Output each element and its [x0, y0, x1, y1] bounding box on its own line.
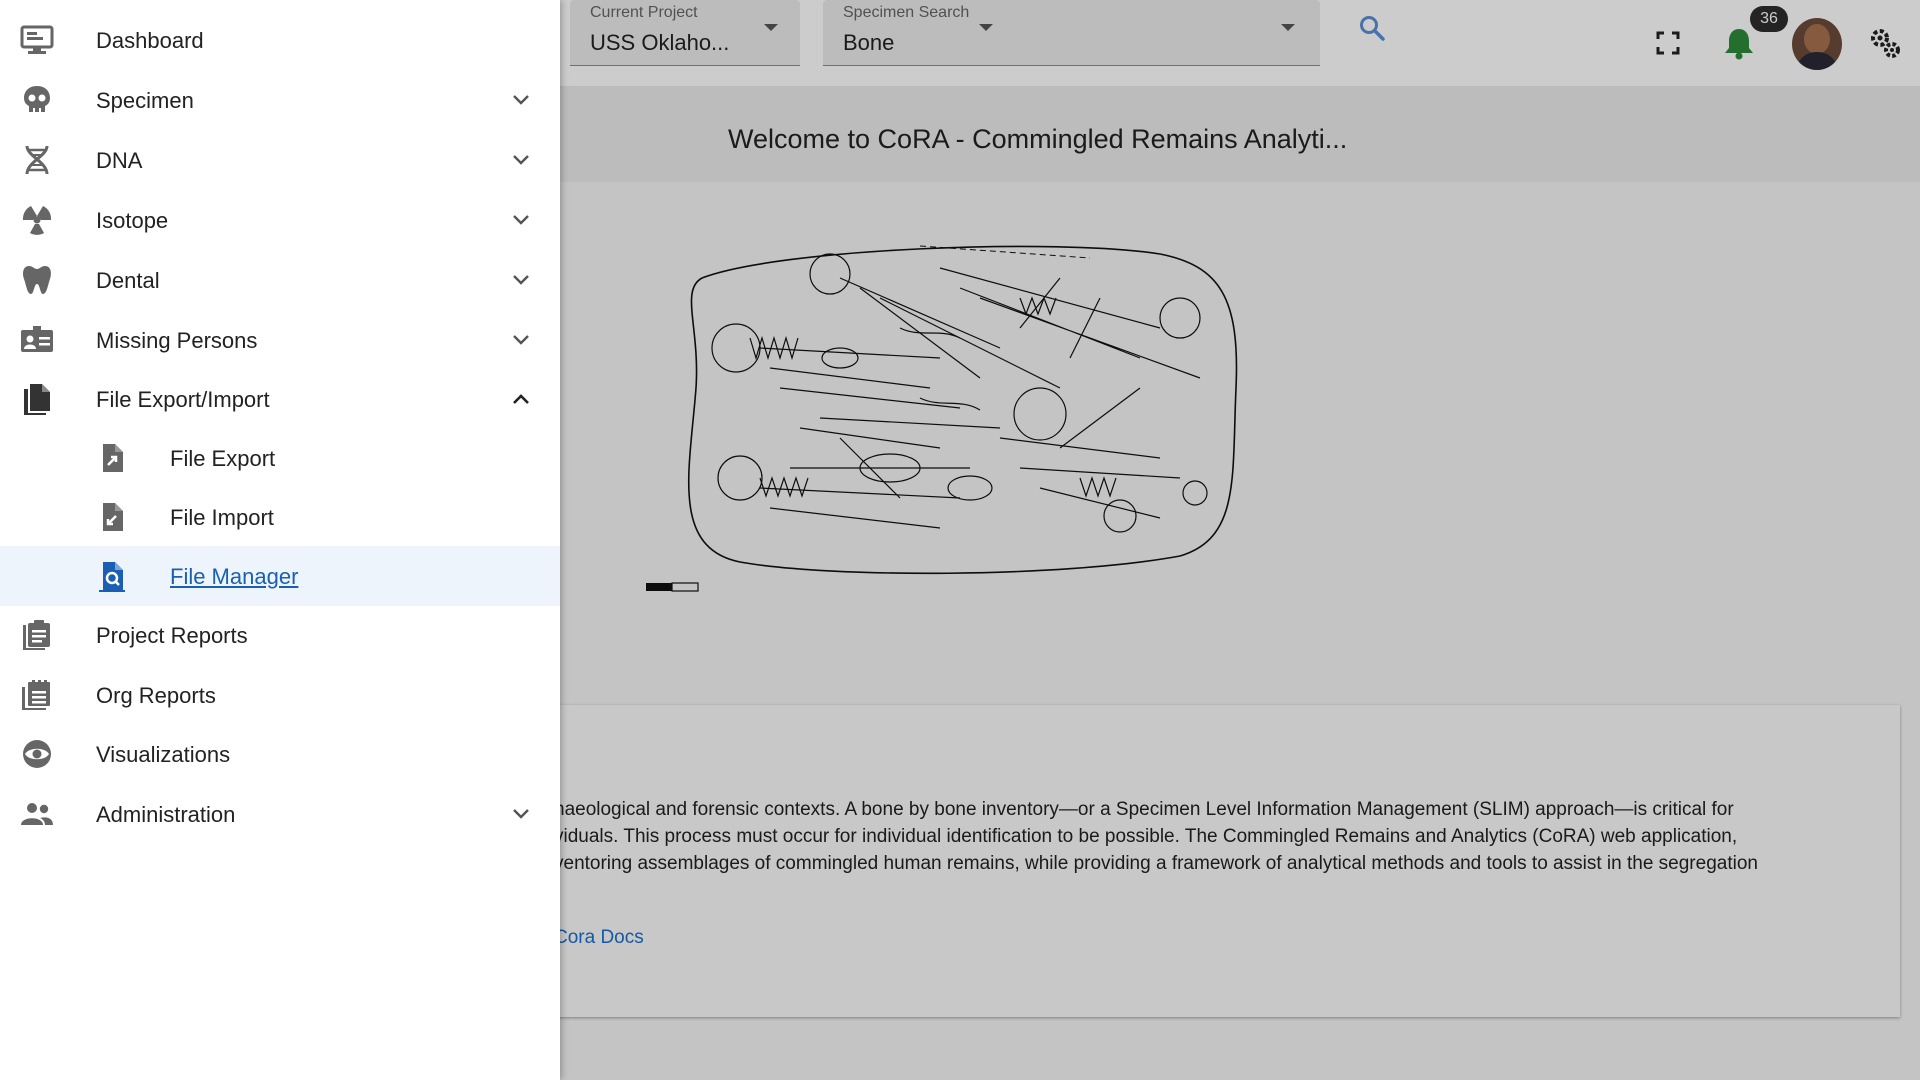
sidebar-item-label: Project Reports [96, 623, 248, 648]
sidebar-item-label: File Manager [170, 564, 299, 589]
sidebar-item-org-reports[interactable]: Org Reports [0, 665, 560, 725]
sidebar-item-isotope[interactable]: Isotope [0, 190, 560, 250]
sidebar-item-label: Dental [96, 268, 160, 293]
file-icon [24, 384, 50, 415]
reports-stack-icon [22, 680, 50, 710]
sidebar-item-project-reports[interactable]: Project Reports [0, 605, 560, 665]
sidebar-item-file-manager[interactable]: File Manager [0, 546, 560, 606]
sidebar-item-missing-persons[interactable]: Missing Persons [0, 310, 560, 370]
navigation-drawer: Dashboard Specimen DNA Isotope Dental Mi… [0, 0, 560, 1080]
radiation-icon [22, 206, 52, 235]
sidebar-item-administration[interactable]: Administration [0, 784, 560, 844]
tooth-icon [23, 266, 51, 294]
sidebar-item-file-export[interactable]: File Export [0, 428, 560, 488]
sidebar-item-file-export-import[interactable]: File Export/Import [0, 369, 560, 429]
monitor-icon [20, 25, 54, 54]
chevron-down-icon[interactable] [510, 804, 532, 824]
sidebar-item-dna[interactable]: DNA [0, 130, 560, 190]
sidebar-item-label: Missing Persons [96, 328, 258, 353]
skull-icon [24, 86, 50, 112]
sidebar-item-label: File Export/Import [96, 387, 270, 412]
chevron-down-icon[interactable] [510, 90, 532, 110]
sidebar-item-file-import[interactable]: File Import [0, 487, 560, 547]
people-icon [21, 803, 53, 825]
chevron-down-icon[interactable] [510, 270, 532, 290]
file-export-icon [103, 444, 123, 472]
sidebar-item-label: DNA [96, 148, 143, 173]
sidebar-item-dashboard[interactable]: Dashboard [0, 10, 560, 70]
sidebar-item-label: File Import [170, 505, 274, 530]
sidebar-item-label: Dashboard [96, 28, 204, 53]
sidebar-item-label: Visualizations [96, 742, 231, 767]
sidebar-item-label: Org Reports [96, 683, 216, 708]
sidebar-item-dental[interactable]: Dental [0, 250, 560, 310]
eye-icon [23, 740, 51, 768]
clipboard-icon [23, 620, 50, 650]
sidebar-item-specimen[interactable]: Specimen [0, 70, 560, 130]
dna-icon [25, 145, 49, 175]
sidebar-item-label: File Export [170, 446, 276, 471]
chevron-down-icon[interactable] [510, 150, 532, 170]
id-card-icon [21, 326, 53, 352]
sidebar-item-label: Isotope [96, 208, 169, 233]
file-search-icon [99, 562, 125, 592]
chevron-down-icon[interactable] [510, 210, 532, 230]
chevron-down-icon[interactable] [510, 330, 532, 350]
sidebar-item-label: Specimen [96, 88, 194, 113]
sidebar-item-label: Administration [96, 802, 236, 827]
sidebar-item-visualizations[interactable]: Visualizations [0, 724, 560, 784]
file-import-icon [103, 503, 123, 531]
chevron-up-icon[interactable] [510, 389, 532, 409]
